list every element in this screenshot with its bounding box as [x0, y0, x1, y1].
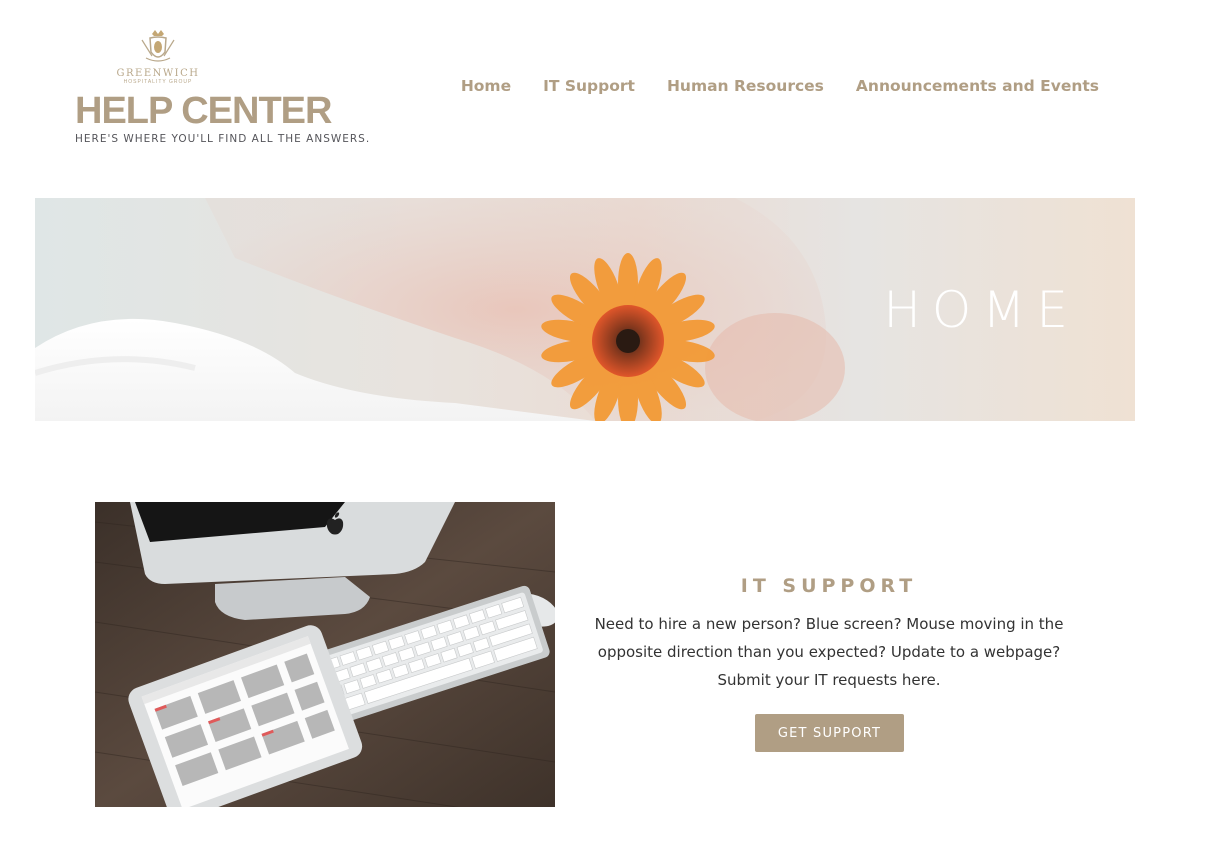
desk-photo — [95, 502, 555, 807]
site-tagline: HERE'S WHERE YOU'LL FIND ALL THE ANSWERS… — [75, 133, 371, 145]
site-logo[interactable]: GREENWICH HOSPITALITY GROUP — [112, 30, 204, 88]
it-support-description-line: Submit your IT requests here. — [717, 671, 941, 689]
hero-banner: HOME — [35, 198, 1135, 421]
desk-photo-image — [95, 502, 555, 807]
crest-icon — [141, 30, 175, 62]
page: GREENWICH HOSPITALITY GROUP HELP CENTER … — [0, 0, 1232, 859]
hero-title: HOME — [883, 281, 1079, 339]
get-support-button[interactable]: GET SUPPORT — [755, 714, 904, 752]
nav-item-human-resources[interactable]: Human Resources — [667, 75, 824, 97]
site-title[interactable]: HELP CENTER — [75, 88, 332, 134]
nav-item-announcements-and-events[interactable]: Announcements and Events — [856, 75, 1099, 97]
main-nav: Home IT Support Human Resources Announce… — [461, 75, 1099, 97]
logo-wordmark: GREENWICH — [116, 68, 200, 79]
it-support-description-line: opposite direction than you expected? Up… — [597, 643, 1061, 661]
nav-item-home[interactable]: Home — [461, 75, 511, 97]
logo-subline: HOSPITALITY GROUP — [123, 79, 193, 85]
it-support-description-line: Need to hire a new person? Blue screen? … — [594, 615, 1064, 633]
it-support-description: Need to hire a new person? Blue screen? … — [579, 610, 1079, 694]
nav-item-it-support[interactable]: IT Support — [543, 75, 635, 97]
it-support-title: IT SUPPORT — [740, 575, 918, 597]
